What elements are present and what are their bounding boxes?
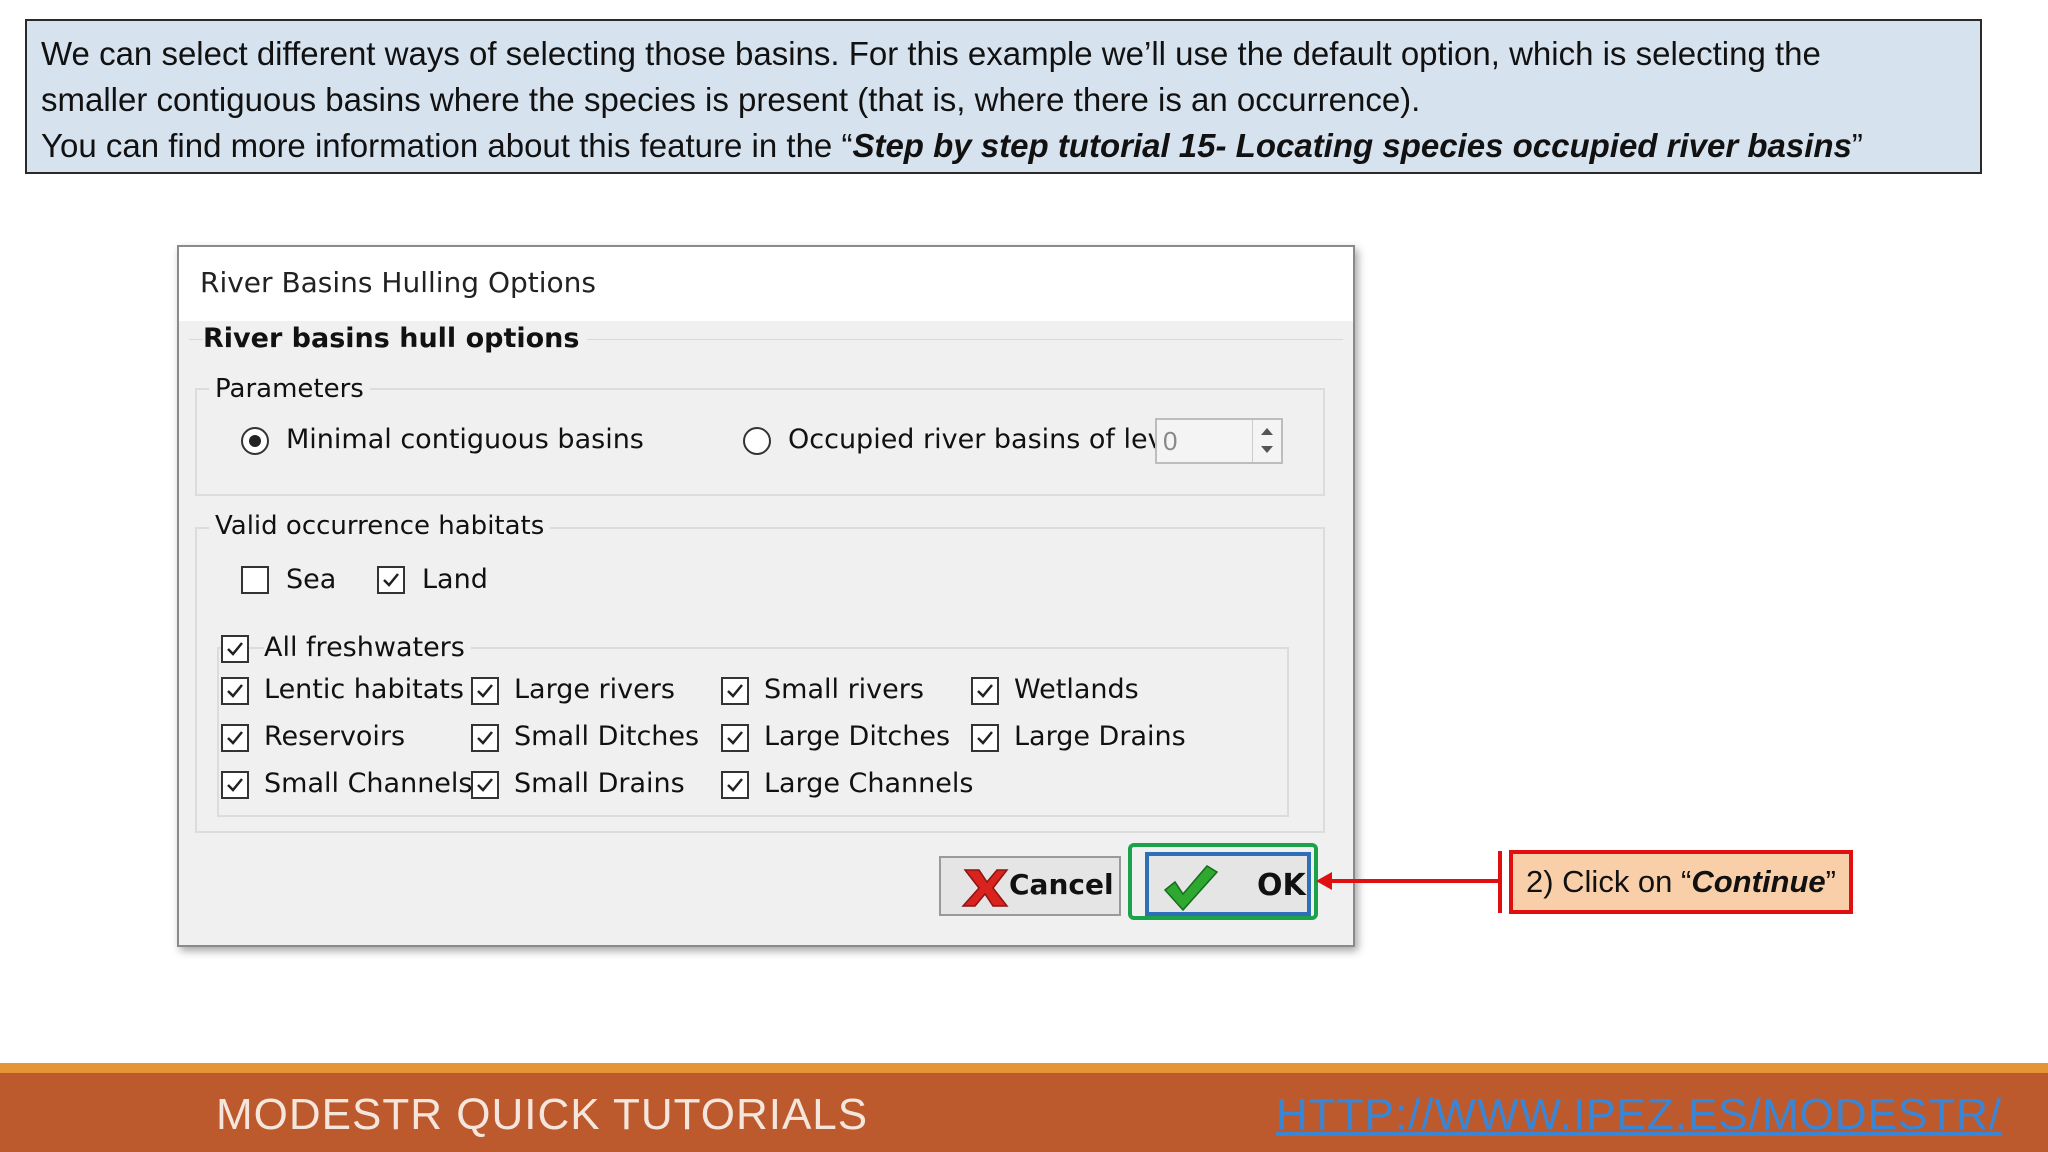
checkbox-land-label[interactable]: Land (422, 564, 488, 595)
level-spin-buttons[interactable] (1252, 420, 1281, 462)
callout-suffix: ” (1825, 864, 1836, 899)
checkbox-all-freshwaters[interactable] (221, 635, 249, 663)
info-box: We can select different ways of selectin… (25, 19, 1982, 174)
section-title: River basins hull options (203, 323, 588, 354)
river-basins-dialog: River Basins Hulling Options River basin… (177, 245, 1355, 947)
dialog-titlebar[interactable]: River Basins Hulling Options (179, 247, 1353, 321)
parameters-legend: Parameters (209, 374, 370, 404)
checkbox-large-ditches[interactable] (721, 724, 749, 752)
cancel-button-label: Cancel (1009, 868, 1114, 901)
annotation-arrow-bar (1498, 851, 1502, 913)
footer-title: MODESTR QUICK TUTORIALS (216, 1090, 869, 1139)
habitats-legend: Valid occurrence habitats (209, 511, 551, 541)
cancel-button[interactable]: Cancel (939, 856, 1121, 916)
spin-up-icon[interactable] (1261, 428, 1273, 435)
footer-stripe (0, 1063, 2048, 1073)
checkbox-large-channels[interactable] (721, 771, 749, 799)
checkbox-small-drains-label[interactable]: Small Drains (514, 768, 685, 799)
checkbox-reservoirs[interactable] (221, 724, 249, 752)
checkbox-small-rivers[interactable] (721, 677, 749, 705)
info-line-1: We can select different ways of selectin… (41, 35, 1821, 72)
checkbox-small-channels[interactable] (221, 771, 249, 799)
checkbox-sea-label[interactable]: Sea (286, 564, 336, 595)
callout-emph: Continue (1691, 864, 1826, 899)
annotation-arrow-head (1316, 872, 1332, 890)
checkbox-large-drains[interactable] (971, 724, 999, 752)
checkbox-large-ditches-label[interactable]: Large Ditches (764, 721, 950, 752)
level-value[interactable]: 0 (1163, 426, 1177, 457)
info-line-3: You can find more information about this… (41, 123, 1966, 169)
checkbox-small-rivers-label[interactable]: Small rivers (764, 674, 924, 705)
annotation-arrow-line (1320, 879, 1502, 883)
radio-minimal-contiguous[interactable] (241, 427, 269, 455)
info-line-2: smaller contiguous basins where the spec… (41, 81, 1421, 118)
radio-occupied-label[interactable]: Occupied river basins of level (788, 424, 1188, 455)
checkbox-small-drains[interactable] (471, 771, 499, 799)
checkbox-land[interactable] (377, 566, 405, 594)
checkbox-wetlands-label[interactable]: Wetlands (1014, 674, 1139, 705)
checkbox-sea[interactable] (241, 566, 269, 594)
info-line-3-suffix: ” (1851, 127, 1863, 164)
checkbox-reservoirs-label[interactable]: Reservoirs (264, 721, 405, 752)
radio-occupied-level[interactable] (743, 427, 771, 455)
checkbox-large-rivers-label[interactable]: Large rivers (514, 674, 675, 705)
callout-prefix: 2) Click on “ (1525, 864, 1692, 899)
checkbox-large-drains-label[interactable]: Large Drains (1014, 721, 1186, 752)
checkbox-small-ditches[interactable] (471, 724, 499, 752)
info-line-3-prefix: You can find more information about this… (41, 127, 853, 164)
checkbox-lentic-habitats[interactable] (221, 677, 249, 705)
footer: MODESTR QUICK TUTORIALS HTTP://WWW.IPEZ.… (0, 1073, 2048, 1152)
tutorial-reference: Step by step tutorial 15- Locating speci… (852, 127, 1852, 164)
spin-down-icon[interactable] (1261, 446, 1273, 453)
checkbox-lentic-habitats-label[interactable]: Lentic habitats (264, 674, 464, 705)
continue-callout: 2) Click on “Continue” (1509, 850, 1853, 914)
radio-minimal-label[interactable]: Minimal contiguous basins (286, 424, 644, 455)
checkbox-all-freshwaters-label[interactable]: All freshwaters (264, 632, 471, 663)
footer-link[interactable]: HTTP://WWW.IPEZ.ES/MODESTR/ (1276, 1090, 2002, 1140)
checkbox-large-rivers[interactable] (471, 677, 499, 705)
checkbox-small-ditches-label[interactable]: Small Ditches (514, 721, 699, 752)
ok-highlight-frame (1128, 843, 1318, 920)
level-spinbox[interactable]: 0 (1155, 418, 1283, 464)
checkbox-wetlands[interactable] (971, 677, 999, 705)
checkbox-small-channels-label[interactable]: Small Channels (264, 768, 473, 799)
checkbox-large-channels-label[interactable]: Large Channels (764, 768, 973, 799)
dialog-title: River Basins Hulling Options (200, 266, 597, 299)
red-x-icon (961, 869, 1009, 907)
